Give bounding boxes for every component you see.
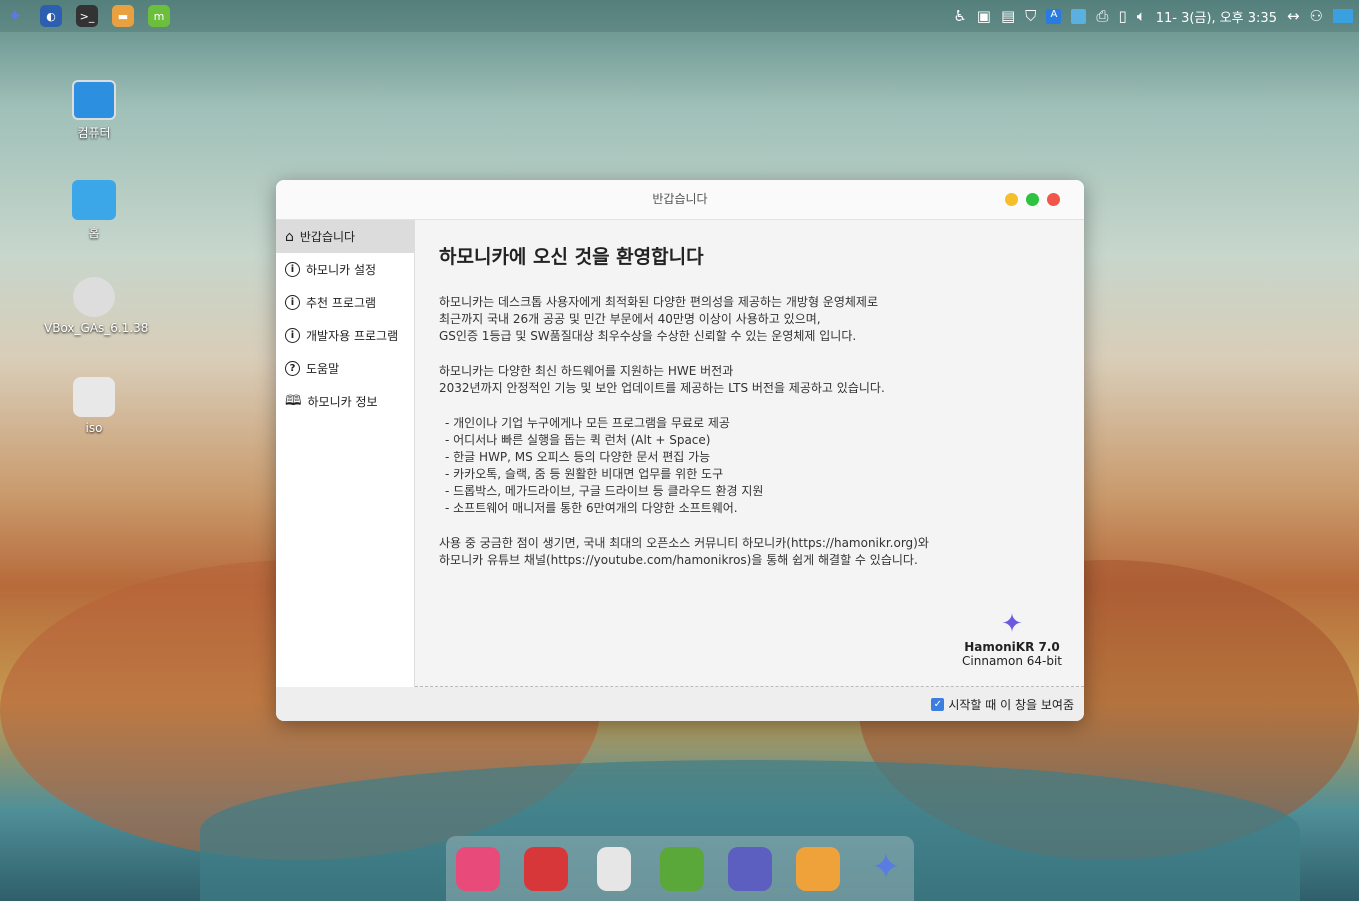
- feature-list: - 개인이나 기업 누구에게나 모든 프로그램을 무료로 제공 - 어디서나 빠른…: [445, 416, 764, 515]
- community-paragraph: 사용 중 궁금한 점이 생기면, 국내 최대의 오픈소스 커뮤니티 하모니카(h…: [439, 536, 929, 567]
- clipboard-icon[interactable]: ▤: [1001, 7, 1015, 25]
- desktop-icon-iso[interactable]: iso: [44, 377, 144, 435]
- info-icon: i: [285, 295, 300, 310]
- brand-block: ✦ HamoniKR 7.0 Cinnamon 64-bit: [962, 608, 1062, 668]
- sidebar-item-label: 하모니카 정보: [307, 395, 378, 409]
- brand-edition: Cinnamon 64-bit: [962, 654, 1062, 668]
- computer-icon: [72, 80, 116, 120]
- hamonikr-logo-icon: ✦: [1001, 609, 1023, 639]
- files-icon[interactable]: ▬: [112, 5, 134, 27]
- usb-drive-icon[interactable]: ▯: [1118, 7, 1126, 25]
- whale-browser-icon[interactable]: ◐: [40, 5, 62, 27]
- show-desktop-icon[interactable]: [1333, 9, 1353, 23]
- power-icon[interactable]: [524, 846, 568, 891]
- home-folder-icon: [72, 180, 116, 220]
- sidebar-item-developer[interactable]: i 개발자용 프로그램: [276, 319, 414, 352]
- desktop-icon-computer[interactable]: 컴퓨터: [44, 80, 144, 141]
- info-icon: i: [285, 328, 300, 343]
- video-player-icon[interactable]: [728, 846, 772, 891]
- files-icon[interactable]: [796, 846, 840, 891]
- network-icon[interactable]: ↔: [1287, 7, 1300, 25]
- show-on-start-checkbox[interactable]: ✓ 시작할 때 이 창을 보여줌: [931, 696, 1074, 713]
- shield-icon[interactable]: ⛉: [1025, 7, 1036, 25]
- desktop-icon-label: VBox_GAs_6.1.38: [44, 321, 149, 335]
- user-icon[interactable]: ⚇: [1310, 7, 1323, 25]
- intro-paragraph: 하모니카는 데스크톱 사용자에게 최적화된 다양한 편의성을 제공하는 개방형 …: [439, 295, 878, 343]
- close-button[interactable]: [1047, 193, 1060, 206]
- input-method-icon[interactable]: A: [1046, 8, 1062, 24]
- desktop-icon-vbox[interactable]: VBox_GAs_6.1.38: [44, 277, 148, 335]
- sidebar-item-label: 도움말: [306, 362, 340, 376]
- sidebar-item-label: 개발자용 프로그램: [306, 329, 399, 343]
- maximize-button[interactable]: [1026, 193, 1039, 206]
- sidebar-item-recommended[interactable]: i 추천 프로그램: [276, 286, 414, 319]
- home-icon: ⌂: [285, 228, 294, 245]
- sidebar-item-label: 추천 프로그램: [306, 296, 377, 310]
- desktop-icon-label: iso: [85, 421, 103, 435]
- sidebar-item-settings[interactable]: i 하모니카 설정: [276, 253, 414, 286]
- trash-icon[interactable]: [597, 846, 631, 891]
- hamonikr-icon[interactable]: ✦: [864, 847, 908, 891]
- disc-icon: [73, 277, 115, 317]
- info-icon: i: [285, 262, 300, 277]
- welcome-window: 반갑습니다 ⌂ 반갑습니다 i 하모니카 설정 i 추천 프로그램 i 개발자용 프로그…: [276, 180, 1084, 721]
- mintupdate-icon[interactable]: m: [148, 5, 170, 27]
- version-paragraph: 하모니카는 다양한 최신 하드웨어를 지원하는 HWE 버전과 2032년까지 안…: [439, 364, 885, 395]
- page-heading: 하모니카에 오신 것을 환영합니다: [439, 246, 704, 268]
- book-icon: 🕮︎: [285, 392, 302, 409]
- software-manager-icon[interactable]: [660, 846, 704, 891]
- window-titlebar[interactable]: 반갑습니다: [276, 180, 1084, 220]
- camera-icon[interactable]: ▣: [977, 7, 991, 25]
- brand-name: HamoniKR 7.0: [964, 640, 1060, 654]
- checkbox-checked-icon[interactable]: ✓: [931, 698, 945, 711]
- hamonikr-menu-icon[interactable]: ✦: [4, 5, 26, 27]
- terminal-icon[interactable]: >_: [76, 5, 98, 27]
- window-title: 반갑습니다: [652, 192, 708, 206]
- terminal-glyph: >_: [79, 9, 95, 23]
- main-content: 하모니카에 오신 것을 환영합니다 하모니카는 데스크톱 사용자에게 최적화된 …: [439, 244, 1059, 587]
- sidebar-item-about[interactable]: 🕮︎ 하모니카 정보: [276, 385, 414, 418]
- checkbox-label: 시작할 때 이 창을 보여줌: [948, 698, 1074, 712]
- sidebar-item-label: 반갑습니다: [299, 230, 356, 244]
- sidebar-item-welcome[interactable]: ⌂ 반갑습니다: [276, 220, 414, 253]
- usb-icon: [73, 377, 115, 417]
- desktop-icon-home[interactable]: 홈: [44, 180, 144, 241]
- sidebar-item-help[interactable]: ? 도움말: [276, 352, 414, 385]
- update-icon[interactable]: [1071, 8, 1087, 24]
- app-launcher-icon[interactable]: [456, 846, 500, 891]
- clock[interactable]: 11- 3(금), 오후 3:35: [1156, 7, 1277, 26]
- desktop-icon-label: 홈: [88, 226, 100, 240]
- printer-icon[interactable]: ⎙: [1096, 7, 1108, 25]
- minimize-button[interactable]: [1005, 193, 1018, 206]
- accessibility-icon[interactable]: ♿: [953, 7, 966, 25]
- volume-icon[interactable]: 🔈︎: [1137, 7, 1146, 25]
- dock: ✦: [446, 836, 914, 901]
- top-panel: ✦ ◐ >_ ▬ m ♿ ▣ ▤ ⛉ A ⎙ ▯ 🔈︎ 11- 3(금), 오후…: [0, 0, 1359, 32]
- desktop-icon-label: 컴퓨터: [77, 126, 111, 140]
- sidebar: ⌂ 반갑습니다 i 하모니카 설정 i 추천 프로그램 i 개발자용 프로그램 ? 도움말…: [276, 220, 415, 687]
- help-icon: ?: [285, 361, 300, 376]
- sidebar-item-label: 하모니카 설정: [306, 263, 377, 277]
